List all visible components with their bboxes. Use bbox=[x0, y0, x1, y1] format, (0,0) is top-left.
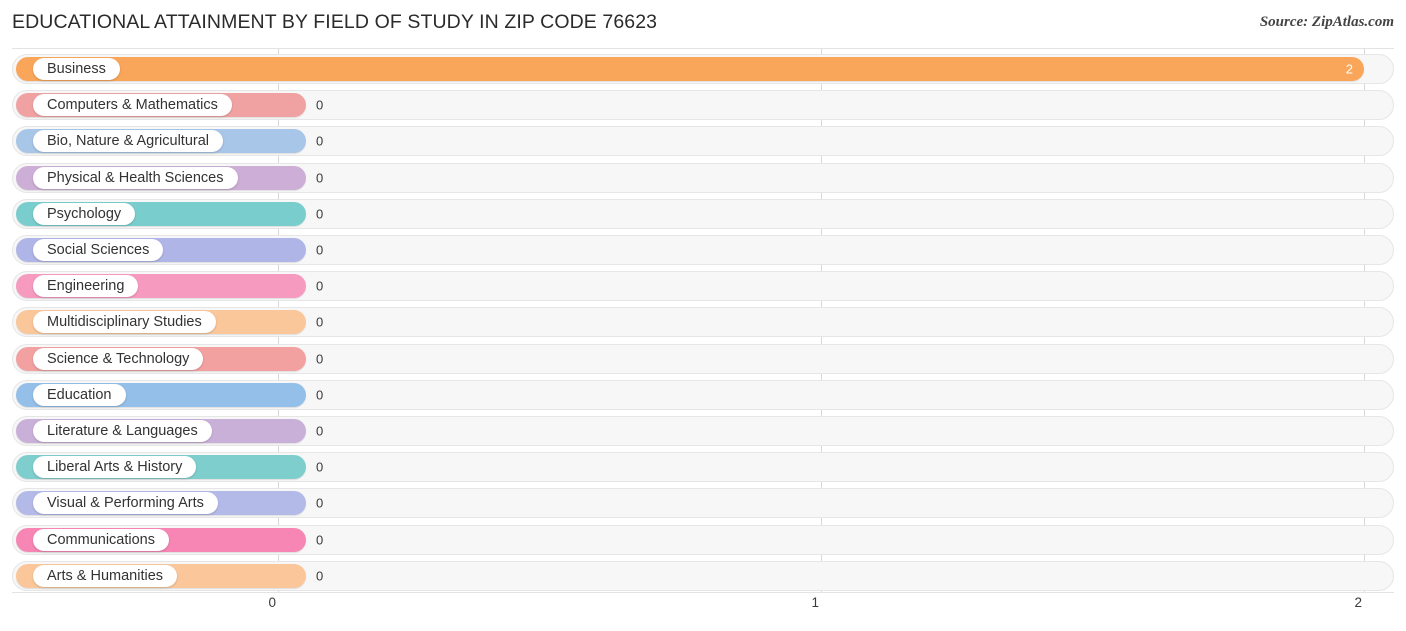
bar-row[interactable]: 0 Multidisciplinary Studies bbox=[12, 307, 1394, 338]
bar-value-label: 0 bbox=[316, 423, 324, 439]
category-label: Physical & Health Sciences bbox=[33, 166, 238, 189]
bar-value-label: 0 bbox=[316, 314, 324, 330]
x-axis: 0 1 2 bbox=[12, 593, 1394, 623]
bar-row[interactable]: 0 Social Sciences bbox=[12, 235, 1394, 265]
axis-tick-label: 1 bbox=[811, 595, 819, 610]
category-label: Liberal Arts & History bbox=[33, 456, 197, 479]
bar-value-label: 0 bbox=[316, 568, 324, 584]
source-attribution: Source: ZipAtlas.com bbox=[1259, 14, 1394, 30]
bar-value-label: 0 bbox=[316, 495, 324, 511]
bar-row[interactable]: 0 Visual & Performing Arts bbox=[12, 488, 1394, 519]
category-label: Psychology bbox=[33, 202, 136, 225]
bar-row[interactable]: 0 Engineering bbox=[12, 271, 1394, 302]
category-label: Multidisciplinary Studies bbox=[33, 311, 216, 334]
chart-page: EDUCATIONAL ATTAINMENT BY FIELD OF STUDY… bbox=[0, 0, 1406, 631]
bar-row[interactable]: 0 Literature & Languages bbox=[12, 416, 1394, 446]
bar[interactable]: 2 bbox=[16, 57, 1364, 81]
category-label: Social Sciences bbox=[33, 239, 164, 261]
bar-value-label: 0 bbox=[316, 351, 324, 367]
plot-area: 2 Business 0 Computers & Mathematics 0 Bio, N… bbox=[12, 48, 1394, 593]
bar-row[interactable]: 0 Liberal Arts & History bbox=[12, 452, 1394, 483]
category-label: Communications bbox=[33, 528, 169, 551]
chart-header: EDUCATIONAL ATTAINMENT BY FIELD OF STUDY… bbox=[0, 0, 1406, 46]
bar-value-label: 0 bbox=[316, 242, 324, 258]
bar-row[interactable]: 0 Physical & Health Sciences bbox=[12, 162, 1394, 193]
bar-value-label: 0 bbox=[316, 459, 324, 475]
bar-row[interactable]: 0 Communications bbox=[12, 524, 1394, 555]
category-label: Engineering bbox=[33, 275, 139, 298]
category-label: Science & Technology bbox=[33, 347, 204, 370]
bar-value-label: 0 bbox=[316, 97, 324, 113]
category-label: Bio, Nature & Agricultural bbox=[33, 130, 223, 153]
bar-row[interactable]: 0 Bio, Nature & Agricultural bbox=[12, 126, 1394, 157]
bar-value-label: 0 bbox=[316, 532, 324, 548]
bar-row[interactable]: 0 Education bbox=[12, 379, 1394, 410]
category-label: Education bbox=[33, 383, 126, 406]
bar-value-label: 0 bbox=[316, 278, 324, 294]
bar-row[interactable]: 2 Business bbox=[12, 54, 1394, 84]
bar-value-label: 0 bbox=[316, 206, 324, 222]
bar-row[interactable]: 0 Computers & Mathematics bbox=[12, 90, 1394, 121]
bar-value-label: 0 bbox=[316, 387, 324, 403]
bar-row[interactable]: 0 Arts & Humanities bbox=[12, 560, 1394, 591]
axis-tick-label: 0 bbox=[268, 595, 276, 610]
category-label: Literature & Languages bbox=[33, 420, 212, 442]
axis-tick-label: 2 bbox=[1354, 595, 1362, 610]
page-title: EDUCATIONAL ATTAINMENT BY FIELD OF STUDY… bbox=[12, 11, 658, 33]
bar-row[interactable]: 0 Science & Technology bbox=[12, 343, 1394, 374]
bar-value-label: 0 bbox=[316, 133, 324, 149]
category-label: Visual & Performing Arts bbox=[33, 492, 218, 515]
category-label: Computers & Mathematics bbox=[33, 94, 232, 117]
category-label: Business bbox=[33, 58, 120, 80]
bar-rows: 2 Business 0 Computers & Mathematics 0 Bio, N… bbox=[12, 49, 1394, 592]
category-label: Arts & Humanities bbox=[33, 564, 178, 587]
bar-value-label: 0 bbox=[316, 170, 324, 186]
bar-row[interactable]: 0 Psychology bbox=[12, 198, 1394, 229]
bar-value-label: 2 bbox=[1345, 61, 1353, 77]
